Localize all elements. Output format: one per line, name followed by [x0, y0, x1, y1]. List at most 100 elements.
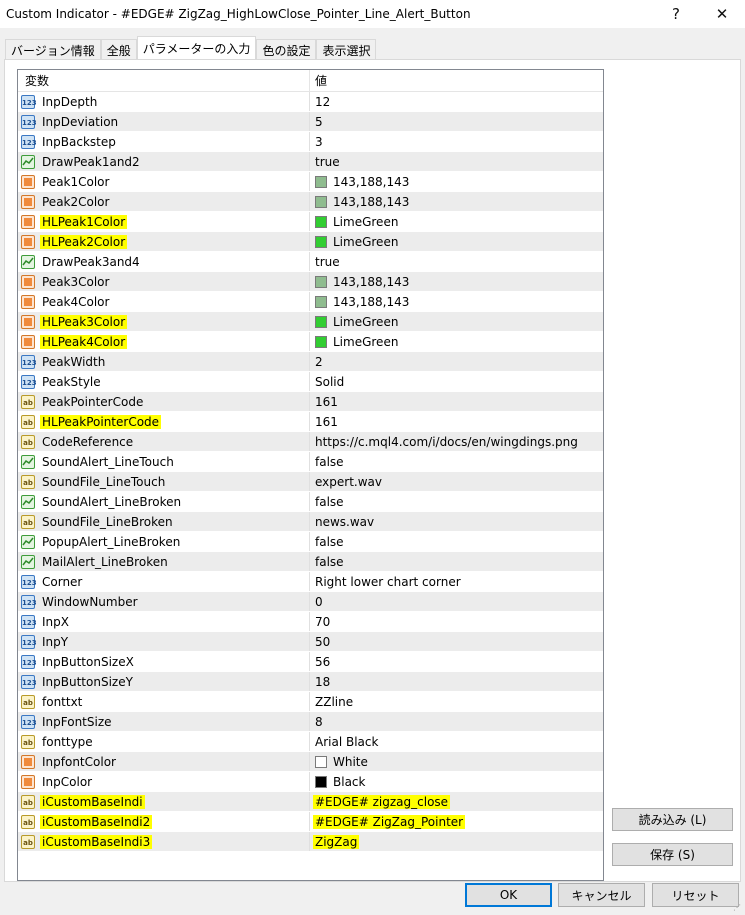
parameter-value-cell[interactable]: LimeGreen: [310, 332, 603, 351]
parameter-value-cell[interactable]: false: [310, 552, 603, 571]
parameter-value-cell[interactable]: https://c.mql4.com/i/docs/en/wingdings.p…: [310, 432, 603, 451]
table-row[interactable]: 123 PeakWidth 2: [18, 352, 603, 372]
parameter-value-cell[interactable]: 161: [310, 392, 603, 411]
parameter-value-cell[interactable]: 143,188,143: [310, 272, 603, 291]
parameter-name: InpButtonSizeX: [42, 654, 134, 669]
parameter-value-cell[interactable]: true: [310, 152, 603, 171]
tab-3[interactable]: 色の設定: [256, 39, 317, 60]
table-row[interactable]: InpColor Black: [18, 772, 603, 792]
table-row[interactable]: 123 InpX 70: [18, 612, 603, 632]
parameter-value-cell[interactable]: 12: [310, 92, 603, 111]
table-row[interactable]: ab iCustomBaseIndi2 #EDGE# ZigZag_Pointer: [18, 812, 603, 832]
parameters-grid[interactable]: 変数 値 123 InpDepth 12 123 InpDeviation 5 123 Inp…: [17, 69, 604, 881]
table-row[interactable]: ab fonttype Arial Black: [18, 732, 603, 752]
tab-4[interactable]: 表示選択: [316, 39, 377, 60]
table-row[interactable]: ab fonttxt ZZline: [18, 692, 603, 712]
parameter-value-cell[interactable]: true: [310, 252, 603, 271]
parameter-value-cell[interactable]: Right lower chart corner: [310, 572, 603, 591]
table-row[interactable]: Peak3Color 143,188,143: [18, 272, 603, 292]
parameter-value-cell[interactable]: false: [310, 452, 603, 471]
table-row[interactable]: 123 InpButtonSizeX 56: [18, 652, 603, 672]
reset-button[interactable]: リセット: [652, 883, 739, 907]
table-row[interactable]: 123 InpBackstep 3: [18, 132, 603, 152]
parameter-value-cell[interactable]: 70: [310, 612, 603, 631]
table-row[interactable]: DrawPeak3and4 true: [18, 252, 603, 272]
parameter-value-cell[interactable]: ZZline: [310, 692, 603, 711]
parameter-value-cell[interactable]: Arial Black: [310, 732, 603, 751]
table-row[interactable]: ab iCustomBaseIndi #EDGE# zigzag_close: [18, 792, 603, 812]
parameter-value-cell[interactable]: LimeGreen: [310, 232, 603, 251]
tab-1[interactable]: 全般: [100, 39, 137, 60]
table-row[interactable]: HLPeak1Color LimeGreen: [18, 212, 603, 232]
table-row[interactable]: 123 PeakStyle Solid: [18, 372, 603, 392]
parameter-value-cell[interactable]: #EDGE# ZigZag_Pointer: [310, 812, 603, 831]
table-row[interactable]: 123 InpFontSize 8: [18, 712, 603, 732]
load-button[interactable]: 読み込み (L): [612, 808, 733, 831]
table-row[interactable]: SoundAlert_LineBroken false: [18, 492, 603, 512]
close-button[interactable]: ✕: [699, 0, 745, 28]
table-row[interactable]: Peak4Color 143,188,143: [18, 292, 603, 312]
table-row[interactable]: 123 Corner Right lower chart corner: [18, 572, 603, 592]
column-header-variable[interactable]: 変数: [18, 70, 310, 91]
table-row[interactable]: HLPeak2Color LimeGreen: [18, 232, 603, 252]
parameter-name: HLPeak4Color: [40, 334, 128, 349]
resize-grip-icon[interactable]: ⋰: [733, 903, 743, 913]
parameter-value-cell[interactable]: 5: [310, 112, 603, 131]
parameter-value-cell[interactable]: 3: [310, 132, 603, 151]
table-row[interactable]: ab SoundFile_LineBroken news.wav: [18, 512, 603, 532]
parameter-value-cell[interactable]: 56: [310, 652, 603, 671]
parameter-name-cell: SoundAlert_LineBroken: [18, 492, 310, 511]
parameter-value-cell[interactable]: White: [310, 752, 603, 771]
parameter-value-cell[interactable]: expert.wav: [310, 472, 603, 491]
parameter-value-cell[interactable]: false: [310, 492, 603, 511]
parameter-value-cell[interactable]: 143,188,143: [310, 292, 603, 311]
cancel-button[interactable]: キャンセル: [558, 883, 645, 907]
parameter-value-cell[interactable]: 18: [310, 672, 603, 691]
parameter-value-cell[interactable]: 161: [310, 412, 603, 431]
parameter-value: 0: [315, 594, 323, 609]
table-row[interactable]: ab HLPeakPointerCode 161: [18, 412, 603, 432]
table-row[interactable]: DrawPeak1and2 true: [18, 152, 603, 172]
table-row[interactable]: ab PeakPointerCode 161: [18, 392, 603, 412]
table-row[interactable]: HLPeak4Color LimeGreen: [18, 332, 603, 352]
parameter-name: InpBackstep: [42, 134, 116, 149]
table-row[interactable]: Peak2Color 143,188,143: [18, 192, 603, 212]
parameter-value-cell[interactable]: 50: [310, 632, 603, 651]
table-row[interactable]: 123 InpY 50: [18, 632, 603, 652]
parameter-value-cell[interactable]: LimeGreen: [310, 212, 603, 231]
parameter-value-cell[interactable]: Solid: [310, 372, 603, 391]
tab-2[interactable]: パラメーターの入力: [136, 36, 257, 60]
parameter-name-cell: ab PeakPointerCode: [18, 392, 310, 411]
table-row[interactable]: MailAlert_LineBroken false: [18, 552, 603, 572]
table-row[interactable]: InpfontColor White: [18, 752, 603, 772]
parameter-value-cell[interactable]: 2: [310, 352, 603, 371]
table-row[interactable]: ab iCustomBaseIndi3 ZigZag: [18, 832, 603, 852]
parameter-name-cell: SoundAlert_LineTouch: [18, 452, 310, 471]
table-row[interactable]: ab CodeReference https://c.mql4.com/i/docs…: [18, 432, 603, 452]
table-row[interactable]: Peak1Color 143,188,143: [18, 172, 603, 192]
table-row[interactable]: SoundAlert_LineTouch false: [18, 452, 603, 472]
help-button[interactable]: ?: [653, 0, 699, 28]
parameter-value-cell[interactable]: news.wav: [310, 512, 603, 531]
table-row[interactable]: 123 InpDeviation 5: [18, 112, 603, 132]
tab-0[interactable]: バージョン情報: [5, 39, 101, 60]
parameter-value-cell[interactable]: LimeGreen: [310, 312, 603, 331]
parameter-value-cell[interactable]: 143,188,143: [310, 192, 603, 211]
save-button[interactable]: 保存 (S): [612, 843, 733, 866]
parameter-value-cell[interactable]: 143,188,143: [310, 172, 603, 191]
parameter-value-cell[interactable]: ZigZag: [310, 832, 603, 851]
parameter-value-cell[interactable]: 8: [310, 712, 603, 731]
table-row[interactable]: ab SoundFile_LineTouch expert.wav: [18, 472, 603, 492]
parameter-value-cell[interactable]: Black: [310, 772, 603, 791]
table-row[interactable]: 123 InpButtonSizeY 18: [18, 672, 603, 692]
table-row[interactable]: HLPeak3Color LimeGreen: [18, 312, 603, 332]
table-row[interactable]: PopupAlert_LineBroken false: [18, 532, 603, 552]
parameter-value-cell[interactable]: 0: [310, 592, 603, 611]
ok-button[interactable]: OK: [465, 883, 552, 907]
table-row[interactable]: 123 WindowNumber 0: [18, 592, 603, 612]
column-header-value[interactable]: 値: [310, 70, 603, 91]
table-row[interactable]: 123 InpDepth 12: [18, 92, 603, 112]
parameter-name-cell: Peak3Color: [18, 272, 310, 291]
parameter-value-cell[interactable]: #EDGE# zigzag_close: [310, 792, 603, 811]
parameter-value-cell[interactable]: false: [310, 532, 603, 551]
